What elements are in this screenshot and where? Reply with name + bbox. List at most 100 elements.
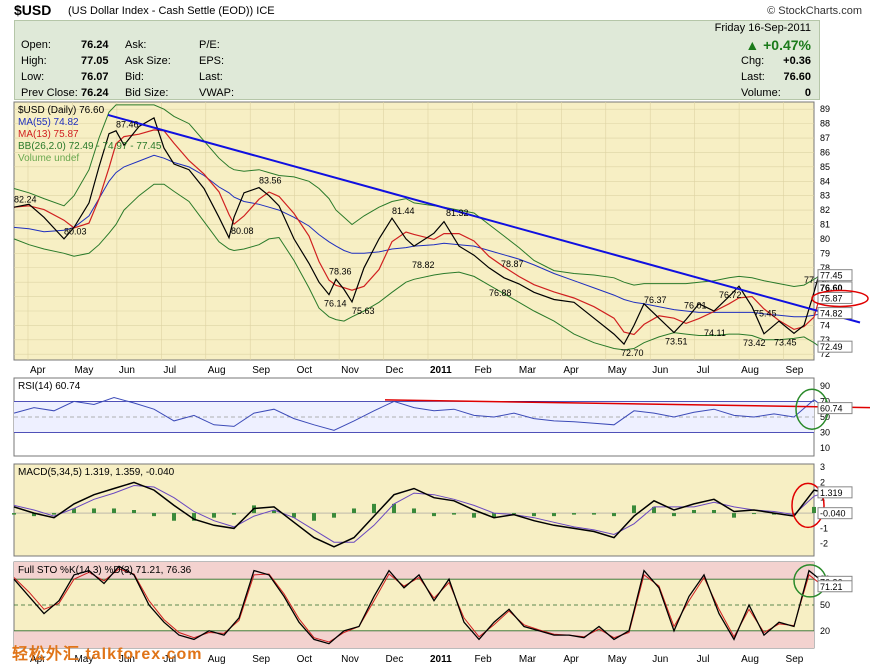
macd-y-tick: -1	[820, 523, 828, 533]
price-x-tick: Mar	[519, 365, 537, 376]
price-label: 83.56	[259, 176, 282, 186]
price-label: 73.51	[665, 336, 688, 346]
price-y-tick: 85	[820, 162, 830, 172]
price-x-tick: Sep	[252, 365, 270, 376]
macd-y-tick: 2	[820, 477, 825, 487]
price-x-tick: Sep	[786, 365, 804, 376]
price-label: 78.87	[501, 259, 524, 269]
macd-histogram-bar	[712, 510, 716, 514]
price-label: 80.08	[231, 226, 254, 236]
price-x-tick: Aug	[208, 365, 226, 376]
price-x-tick: Oct	[297, 365, 313, 376]
sto-x-tick: 2011	[430, 654, 452, 665]
rsi-y-tick: 30	[820, 428, 830, 438]
price-y-tick: 84	[820, 176, 830, 186]
price-label: 87.46	[116, 119, 139, 129]
macd-histogram-bar	[732, 513, 736, 518]
macd-histogram-bar	[692, 510, 696, 514]
price-x-tick: Nov	[341, 365, 359, 376]
price-label: 73.42	[743, 338, 766, 348]
price-x-tick: Apr	[563, 365, 579, 376]
sto-x-tick: May	[608, 654, 627, 665]
price-x-tick: Jul	[163, 365, 176, 376]
macd-right-label: 1.319	[820, 488, 843, 498]
macd-histogram-bar	[552, 513, 556, 517]
price-label: 80.03	[64, 226, 87, 236]
price-y-tick: 88	[820, 119, 830, 129]
price-label: 82.24	[14, 195, 37, 205]
rsi-right-label: 60.74	[820, 404, 843, 414]
price-y-tick: 74	[820, 320, 830, 330]
sto-right-label: 71.21	[820, 582, 843, 592]
sto-x-tick: Jul	[697, 654, 710, 665]
price-x-tick: May	[608, 365, 627, 376]
price-right-label: 77.45	[820, 271, 843, 281]
sto-x-tick: Mar	[519, 654, 537, 665]
sto-x-tick: Jun	[652, 654, 668, 665]
macd-histogram-bar	[412, 508, 416, 514]
price-y-tick: 86	[820, 147, 830, 157]
price-label: 78.36	[329, 267, 352, 277]
sto-x-tick: Nov	[341, 654, 359, 665]
price-y-tick: 81	[820, 220, 830, 230]
price-label: 76.01	[684, 300, 707, 310]
price-label: 81.44	[392, 206, 415, 216]
sto-x-tick: Apr	[563, 654, 579, 665]
rsi-y-tick: 90	[820, 381, 830, 391]
macd-histogram-bar	[212, 513, 216, 518]
macd-right-label: -0.040	[820, 509, 846, 519]
macd-histogram-bar	[592, 513, 596, 515]
watermark-text: 轻松外汇 talkforex.com	[12, 646, 203, 663]
macd-title: MACD(5,34,5) 1.319, 1.359, -0.040	[18, 467, 175, 478]
price-x-tick: May	[74, 365, 93, 376]
macd-histogram-bar	[572, 513, 576, 515]
price-legend-item: BB(26,2.0) 72.49 - 74.97 - 77.45	[18, 141, 162, 152]
price-x-tick: Dec	[386, 365, 404, 376]
price-y-tick: 79	[820, 248, 830, 258]
price-label: 74.11	[704, 328, 726, 338]
macd-histogram-bar	[672, 513, 676, 517]
sto-title: Full STO %K(14,3) %D(3) 71.21, 76.36	[18, 565, 192, 576]
macd-histogram-bar	[92, 508, 96, 514]
rsi-title: RSI(14) 60.74	[18, 381, 81, 392]
macd-histogram-bar	[52, 513, 56, 515]
price-label: 81.32	[446, 208, 469, 218]
price-right-label: 72.49	[820, 342, 843, 352]
macd-histogram-bar	[112, 508, 116, 514]
price-x-tick: Feb	[474, 365, 492, 376]
macd-histogram-bar	[232, 513, 236, 515]
macd-histogram-bar	[132, 510, 136, 514]
sto-x-tick: Aug	[208, 654, 226, 665]
macd-histogram-bar	[432, 513, 436, 517]
macd-histogram-bar	[372, 503, 376, 514]
macd-y-tick: 3	[820, 462, 825, 472]
macd-histogram-bar	[752, 513, 756, 515]
macd-histogram-bar	[612, 513, 616, 517]
price-legend-item: Volume undef	[18, 153, 79, 164]
macd-histogram-bar	[152, 513, 156, 517]
sto-x-tick: Dec	[386, 654, 404, 665]
price-label: 72.70	[621, 348, 644, 358]
rsi-y-tick: 10	[820, 443, 830, 453]
macd-histogram-bar	[632, 505, 636, 514]
price-label: 75.63	[352, 306, 375, 316]
price-legend-item: MA(55) 74.82	[18, 117, 79, 128]
macd-histogram-bar	[452, 513, 456, 515]
price-right-label: 75.87	[820, 293, 843, 303]
price-legend-item: $USD (Daily) 76.60	[18, 105, 105, 116]
price-label: 76.14	[324, 299, 347, 309]
price-label: 75.45	[754, 309, 777, 319]
price-x-tick: Jul	[697, 365, 710, 376]
price-label: 78.82	[412, 260, 435, 270]
price-label: 76.72	[719, 290, 742, 300]
sto-x-tick: Oct	[297, 654, 313, 665]
price-y-tick: 82	[820, 205, 830, 215]
macd-histogram-bar	[812, 506, 816, 514]
sto-x-tick: Sep	[252, 654, 270, 665]
price-label: 76.37	[644, 295, 667, 305]
macd-histogram-bar	[172, 513, 176, 521]
sto-y-tick: 50	[820, 600, 830, 610]
price-x-tick: Aug	[741, 365, 759, 376]
price-label: 73.45	[774, 337, 797, 347]
price-x-tick: 2011	[430, 365, 452, 376]
